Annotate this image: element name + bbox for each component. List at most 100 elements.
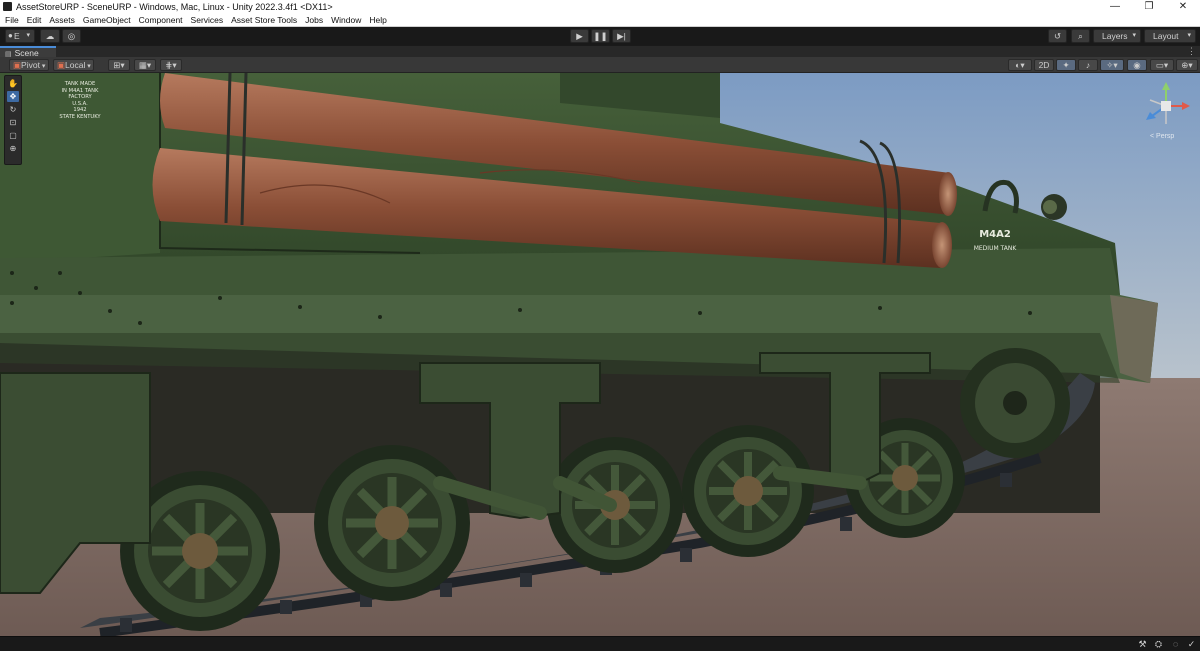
scene-viewport[interactable]: TANK MADE IN M4A1 TANK FACTORY U.S.A. 19… — [0, 73, 1200, 636]
play-button[interactable]: ▶ — [570, 29, 589, 43]
shading-mode-dropdown[interactable]: ◐▾ — [1008, 59, 1032, 71]
occlusion-icon[interactable]: ◌ — [1170, 639, 1181, 650]
audio-toggle-button[interactable]: ♪ — [1078, 59, 1098, 71]
collab-icon: ◎ — [67, 31, 76, 41]
toggle-2d-label: 2D — [1038, 60, 1050, 70]
scene-render — [0, 73, 1200, 636]
pause-button[interactable]: ❚❚ — [591, 29, 610, 43]
gizmo-axes-icon — [1146, 82, 1190, 124]
layers-label: Layers — [1102, 31, 1128, 41]
factory-plate-text: TANK MADE IN M4A1 TANK FACTORY U.S.A. 19… — [55, 81, 105, 121]
camera-icon: ▭▾ — [1155, 60, 1169, 70]
transform-tool-icon[interactable]: ⊕ — [7, 143, 19, 154]
gizmos-dropdown[interactable]: ⊕▾ — [1176, 59, 1198, 71]
layout-label: Layout — [1153, 31, 1179, 41]
chevron-down-icon: ▾ — [39, 63, 46, 70]
step-button[interactable]: ▶| — [612, 29, 631, 43]
increment-snap-icon: ⋕▾ — [165, 60, 177, 70]
chevron-down-icon: ▾ — [1132, 32, 1136, 39]
audio-icon: ♪ — [1085, 60, 1091, 70]
menu-bar: File Edit Assets GameObject Component Se… — [0, 14, 1200, 27]
account-dropdown[interactable]: ● E ▾ — [5, 29, 35, 43]
chevron-down-icon: ▾ — [1187, 32, 1191, 39]
effects-icon: ✧▾ — [1106, 60, 1118, 70]
model-sub-decal: MEDIUM TANK — [973, 245, 1017, 252]
hand-tool-icon[interactable]: ✋ — [7, 78, 19, 89]
idler-wheel — [960, 348, 1070, 458]
camera-dropdown[interactable]: ▭▾ — [1150, 59, 1174, 71]
hidden-objects-toggle-button[interactable]: ◉ — [1127, 59, 1147, 71]
status-bar: ⚒ ⛭ ◌ ✓ — [0, 636, 1200, 651]
local-dropdown[interactable]: ▣Local ▾ — [53, 59, 94, 71]
debug-mode-icon[interactable]: ⛭ — [1153, 639, 1164, 650]
menu-services[interactable]: Services — [191, 14, 224, 26]
cloud-button[interactable]: ☁ — [40, 29, 60, 43]
main-toolbar: ● E ▾ ☁ ◎ ▶ ❚❚ ▶| ↺ ⌕ Layers ▾ Layout ▾ — [0, 27, 1200, 45]
grid-snap-button[interactable]: ⊞▾ — [108, 59, 130, 71]
perspective-label[interactable]: < Persp — [1150, 133, 1174, 140]
chevron-down-icon: ▾ — [26, 32, 30, 39]
minimize-button[interactable]: — — [1098, 0, 1132, 14]
window-title-text: AssetStoreURP - SceneURP - Windows, Mac,… — [16, 2, 333, 12]
local-label: Local — [65, 60, 86, 70]
menu-component[interactable]: Component — [139, 14, 183, 26]
pivot-label: Pivot — [21, 60, 40, 70]
effects-dropdown[interactable]: ✧▾ — [1100, 59, 1124, 71]
menu-gameobject[interactable]: GameObject — [83, 14, 131, 26]
lighting-toggle-button[interactable]: ✦ — [1056, 59, 1076, 71]
local-icon: ▣ — [57, 60, 66, 70]
play-icon: ▶ — [576, 31, 583, 41]
scale-tool-icon[interactable]: ⊡ — [7, 117, 19, 128]
pause-icon: ❚❚ — [593, 31, 608, 41]
plate-line: TANK MADE — [64, 81, 96, 87]
gizmos-icon: ⊕▾ — [1181, 60, 1193, 70]
history-button[interactable]: ↺ — [1048, 29, 1067, 43]
move-tool-icon[interactable]: ✥ — [7, 91, 19, 102]
menu-help[interactable]: Help — [369, 14, 386, 26]
search-icon: ⌕ — [1078, 31, 1083, 41]
unity-logo-icon — [3, 2, 12, 11]
window-title: AssetStoreURP - SceneURP - Windows, Mac,… — [3, 0, 333, 14]
bug-icon[interactable]: ⚒ — [1137, 639, 1148, 650]
collab-button[interactable]: ◎ — [62, 29, 81, 43]
progress-icon[interactable]: ✓ — [1186, 639, 1197, 650]
menu-asset-store-tools[interactable]: Asset Store Tools — [231, 14, 297, 26]
cloud-icon: ☁ — [45, 31, 55, 41]
pivot-icon: ▣ — [13, 60, 22, 70]
close-button[interactable]: ✕ — [1166, 0, 1200, 14]
menu-file[interactable]: File — [5, 14, 19, 26]
grid-snap-icon: ⊞▾ — [113, 60, 125, 70]
scene-tab-bar: ▤ Scene ⋮ — [0, 45, 1200, 58]
window-controls: — ❐ ✕ — [1098, 0, 1200, 14]
pivot-dropdown[interactable]: ▣Pivot ▾ — [9, 59, 49, 71]
chevron-down-icon: ▾ — [85, 63, 91, 70]
plate-line: IN M4A1 TANK — [61, 87, 99, 94]
account-label: E — [14, 31, 20, 41]
menu-jobs[interactable]: Jobs — [305, 14, 323, 26]
title-bar: AssetStoreURP - SceneURP - Windows, Mac,… — [0, 0, 1200, 14]
menu-window[interactable]: Window — [331, 14, 361, 26]
model-decal: M4A2 — [979, 229, 1011, 240]
layout-dropdown[interactable]: Layout ▾ — [1144, 29, 1196, 43]
scene-toolbar: ▣Pivot ▾ ▣Local ▾ ⊞▾ ▦▾ ⋕▾ ◐▾ 2D ✦ ♪ ✧▾ … — [0, 57, 1200, 73]
plate-line: 1942 — [73, 107, 87, 114]
search-button[interactable]: ⌕ — [1071, 29, 1090, 43]
lightbulb-icon: ✦ — [1062, 60, 1070, 70]
rect-tool-icon[interactable]: ▢ — [7, 130, 19, 141]
plate-line: U.S.A. — [72, 100, 88, 107]
plate-line: FACTORY — [68, 94, 92, 101]
rotate-tool-icon[interactable]: ↻ — [7, 104, 19, 115]
eye-icon: ◉ — [1133, 60, 1141, 70]
menu-assets[interactable]: Assets — [49, 14, 75, 26]
menu-edit[interactable]: Edit — [27, 14, 42, 26]
plate-line: STATE KENTUKY — [59, 113, 101, 120]
grid-visibility-button[interactable]: ▦▾ — [134, 59, 156, 71]
tool-palette: ✋ ✥ ↻ ⊡ ▢ ⊕ — [4, 75, 22, 165]
maximize-button[interactable]: ❐ — [1132, 0, 1166, 14]
layers-dropdown[interactable]: Layers ▾ — [1093, 29, 1141, 43]
scene-tab-menu-icon[interactable]: ⋮ — [1187, 46, 1196, 57]
increment-snap-button[interactable]: ⋕▾ — [160, 59, 182, 71]
toggle-2d-button[interactable]: 2D — [1034, 59, 1054, 71]
shading-sphere-icon: ◐▾ — [1015, 60, 1025, 70]
step-icon: ▶| — [617, 31, 626, 41]
